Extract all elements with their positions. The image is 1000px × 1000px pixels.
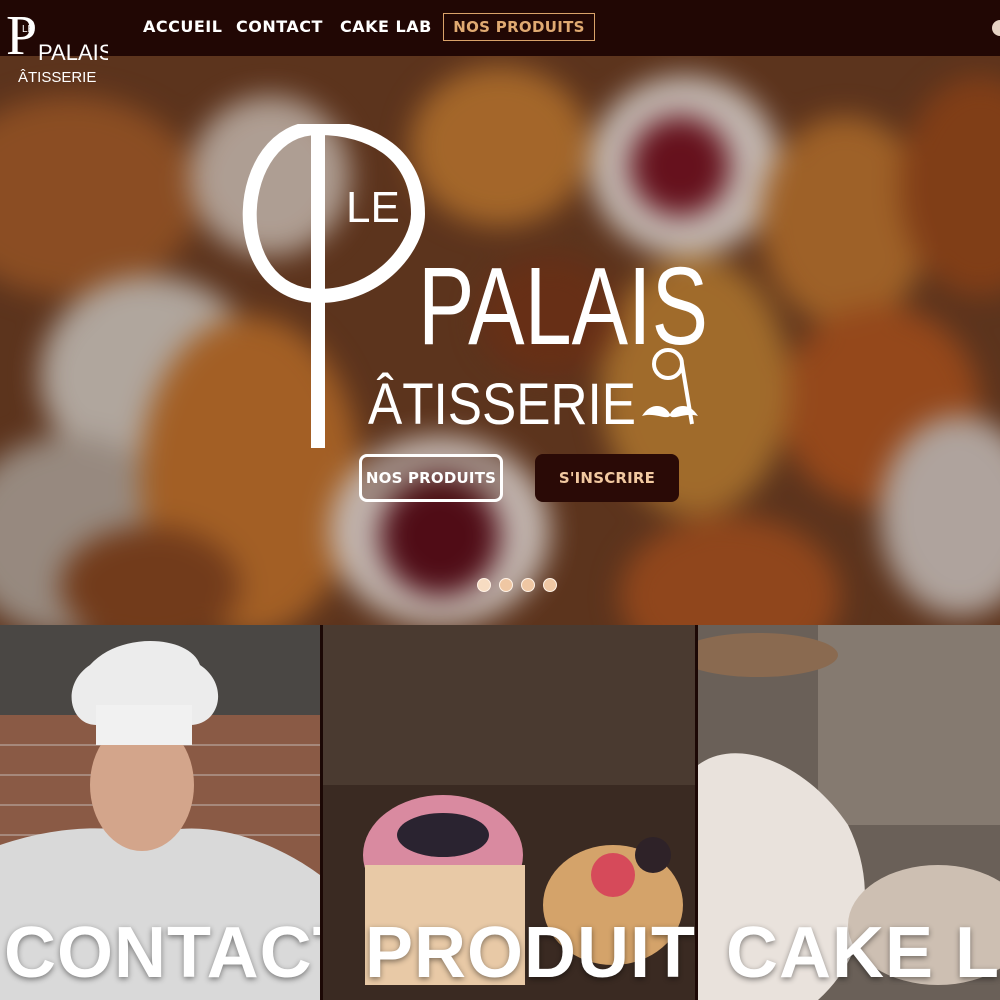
palais-logo-mark: P LE PALAIS ÂTISSERIE — [6, 5, 113, 86]
panel-title-produits: PRODUITS — [365, 913, 695, 993]
carousel-indicators — [477, 578, 557, 592]
site-logo[interactable]: P LE PALAIS ÂTISSERIE — [4, 4, 113, 94]
panel-cake-lab[interactable]: CAKE LAB — [698, 625, 1000, 1000]
category-panels: CONTACT PRODUITS — [0, 625, 1000, 1000]
logo-initial: P — [6, 5, 37, 67]
nav-link-cake-lab[interactable]: CAKE LAB — [340, 17, 432, 36]
logo-le: LE — [22, 24, 35, 35]
hero-logo-le: LE — [346, 183, 400, 232]
logo-patisserie: ÂTISSERIE — [18, 69, 96, 86]
nav-link-contact[interactable]: CONTACT — [236, 17, 323, 36]
hero-logo-patisserie: ÂTISSERIE — [368, 372, 636, 437]
carousel-dot-3[interactable] — [521, 578, 535, 592]
panel-title-cake-lab: CAKE LAB — [726, 913, 1000, 993]
nav-link-accueil[interactable]: ACCUEIL — [143, 17, 222, 36]
carousel-dot-2[interactable] — [499, 578, 513, 592]
logo-palais: PALAIS — [38, 40, 108, 65]
top-navbar: P LE PALAIS ÂTISSERIE ACCUEIL CONTACT CA… — [0, 0, 1000, 86]
account-icon[interactable] — [992, 20, 1000, 36]
panel-title-contact: CONTACT — [4, 913, 320, 993]
hero-carousel: LE PALAIS ÂTISSERIE NOS PRODUITS S'INSCR… — [0, 56, 1000, 625]
hero-products-button[interactable]: NOS PRODUITS — [359, 454, 503, 502]
nav-products-button[interactable]: NOS PRODUITS — [443, 13, 595, 41]
hero-signup-button[interactable]: S'INSCRIRE — [535, 454, 679, 502]
carousel-dot-4[interactable] — [543, 578, 557, 592]
panel-contact[interactable]: CONTACT — [0, 625, 320, 1000]
panel-produits[interactable]: PRODUITS — [323, 625, 695, 1000]
carousel-dot-1[interactable] — [477, 578, 491, 592]
